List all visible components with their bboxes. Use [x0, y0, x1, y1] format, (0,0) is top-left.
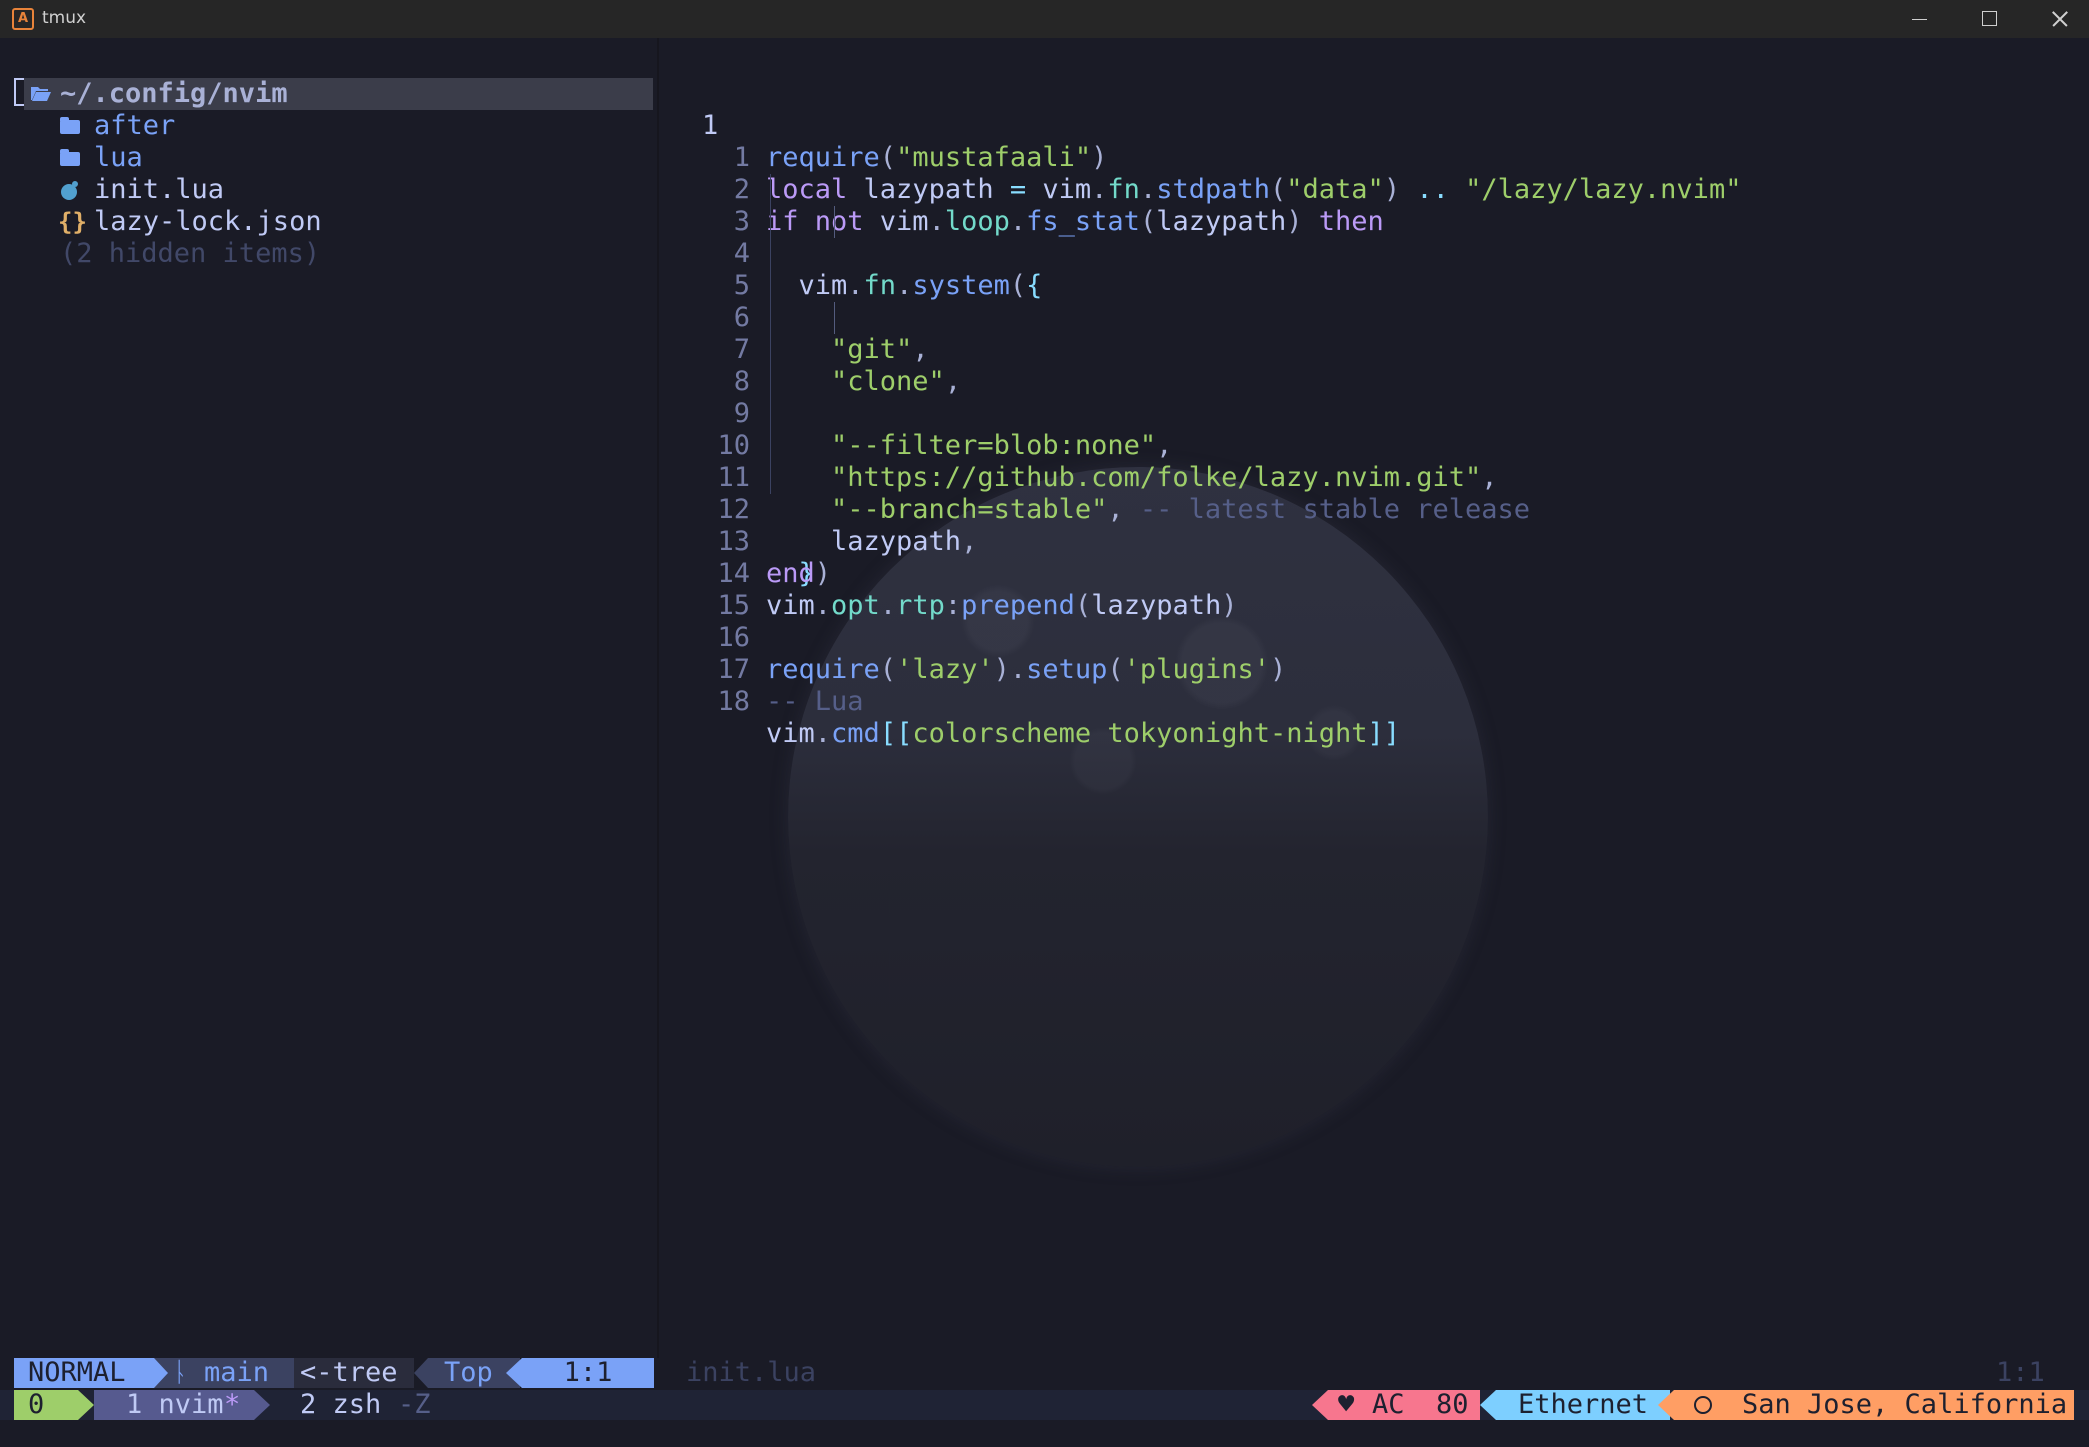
git-branch: main: [204, 1357, 270, 1388]
separator-icon: [78, 1390, 94, 1420]
code-line: 4: [680, 206, 2080, 269]
code-line: 8 "--filter=blob:none",: [680, 334, 2080, 461]
tree-item-lua[interactable]: lua: [0, 142, 654, 174]
code-line: 2 if not vim.loop.fs_stat(lazypath) then: [680, 142, 2080, 237]
scroll-percent: Top: [444, 1357, 493, 1388]
json-icon: {}: [58, 208, 87, 236]
tmux-window-2-label[interactable]: 2 zsh: [300, 1390, 381, 1420]
code-line: 6 "clone",: [680, 270, 2080, 397]
maximize-button[interactable]: [1956, 0, 2022, 38]
folder-icon: [58, 142, 86, 174]
open-folder-icon: [31, 87, 51, 101]
inactive-filename: init.lua: [686, 1357, 817, 1388]
separator-icon: [1312, 1390, 1328, 1420]
code-line: 14 vim.opt.rtp:prepend(lazypath): [680, 526, 2080, 621]
code-line: 1 local lazypath = vim.fn.stdpath("data"…: [680, 110, 2080, 205]
code-line: 5 "git",: [680, 238, 2080, 365]
code-line: 3 vim.fn.system({: [680, 174, 2080, 301]
tree-hidden-items[interactable]: (2 hidden items): [0, 238, 654, 270]
tree-root[interactable]: ~/.config/nvim: [0, 78, 654, 110]
separator-icon: [254, 1390, 270, 1420]
cursor-location: 1:1: [522, 1358, 654, 1388]
tree-item-label: after: [94, 110, 176, 141]
code-line: 11 lazypath,: [680, 430, 2080, 557]
pane-divider[interactable]: [657, 38, 659, 1358]
separator-icon: [280, 1358, 294, 1388]
close-button[interactable]: [2026, 0, 2089, 38]
alacritty-icon: A: [12, 8, 34, 30]
code-line: 13 end: [680, 494, 2080, 589]
power-source: AC: [1372, 1389, 1405, 1420]
tree-item-lazy-lock[interactable]: {} lazy-lock.json: [0, 206, 654, 238]
code-line: 16 require('lazy').setup('plugins'): [680, 590, 2080, 685]
code-line: 18 vim.cmd[[colorscheme tokyonight-night…: [680, 654, 2080, 749]
tree-item-after[interactable]: after: [0, 110, 654, 142]
git-branch-icon: ᚿ: [172, 1357, 189, 1388]
tmux-session[interactable]: 0: [14, 1390, 78, 1420]
terminal-window: A tmux ~/.config/nvim after lua init.lua: [0, 0, 2089, 1447]
folder-icon: [58, 110, 86, 142]
code-line: 15: [680, 558, 2080, 621]
tree-item-label: lua: [94, 142, 143, 173]
sun-icon: [1694, 1396, 1712, 1414]
heart-icon: ♥: [1338, 1389, 1355, 1420]
code-line: 17 -- Lua: [680, 622, 2080, 717]
battery-level: 80: [1436, 1389, 1469, 1420]
tmux-window-1-flag: *: [224, 1389, 241, 1420]
tree-item-label: init.lua: [94, 174, 225, 205]
tmux-window-1-label[interactable]: 1 nvim: [126, 1390, 224, 1420]
file-tree-panel[interactable]: ~/.config/nvim after lua init.lua {} laz…: [0, 38, 654, 1358]
tree-item-label: lazy-lock.json: [94, 206, 322, 237]
tmux-statusbar: 0 1 nvim * 2 zsh -Z ♥ AC 80 Ethernet San…: [0, 1390, 2089, 1420]
separator-icon: [154, 1358, 168, 1388]
hidden-items-label: (2 hidden items): [60, 238, 321, 269]
tree-root-label: ~/.config/nvim: [60, 78, 288, 109]
lua-icon: [58, 174, 86, 206]
location-label: San Jose, California: [1742, 1389, 2068, 1420]
inactive-location: 1:1: [1996, 1357, 2045, 1388]
title-bar: A tmux: [0, 0, 2089, 38]
code-line: 7: [680, 302, 2080, 365]
code-line: 10 "--branch=stable", -- latest stable r…: [680, 398, 2080, 525]
code-line: 12 }): [680, 462, 2080, 589]
code-line: 1 require("mustafaali"): [702, 110, 1108, 173]
separator-icon: [414, 1358, 428, 1388]
mode-indicator: NORMAL: [14, 1358, 154, 1388]
tree-item-init-lua[interactable]: init.lua: [0, 174, 654, 206]
separator-icon: [1480, 1390, 1496, 1420]
line-number: 18: [717, 686, 750, 717]
code-line: 9 "https://github.com/folke/lazy.nvim.gi…: [680, 366, 2080, 493]
minimize-button[interactable]: [1886, 0, 1952, 38]
separator-icon: [1658, 1390, 1674, 1420]
window-title: tmux: [42, 8, 87, 28]
filetype: <-tree: [300, 1357, 398, 1388]
tmux-window-2-flag: -Z: [398, 1389, 431, 1420]
nvim-statusline: NORMAL ᚿ main <-tree Top 1:1 init.lua 1:…: [0, 1358, 2089, 1388]
separator-icon: [506, 1358, 522, 1388]
network-status: Ethernet: [1496, 1390, 1670, 1420]
